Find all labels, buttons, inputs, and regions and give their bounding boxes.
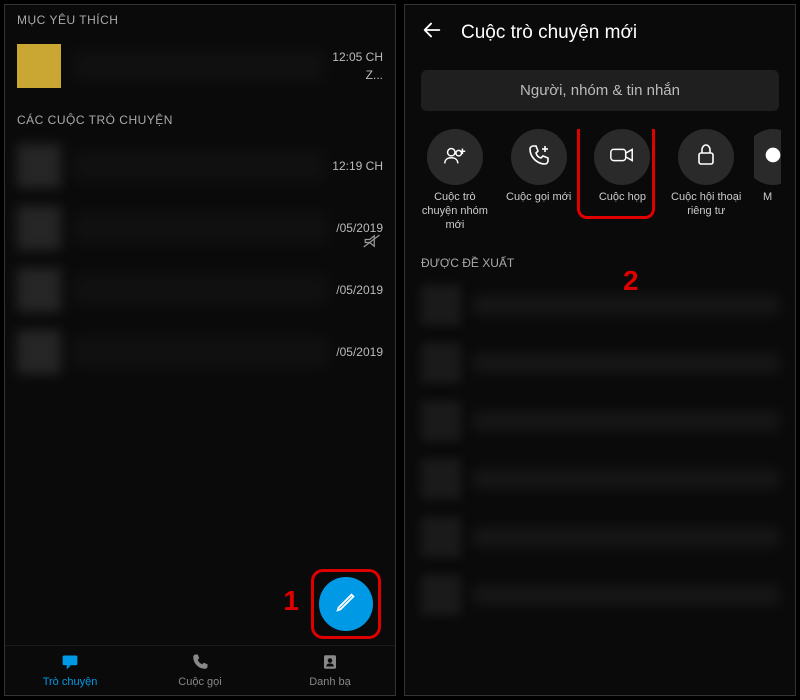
page-title: Cuộc trò chuyện mới: [461, 22, 637, 44]
nav-label: Cuộc gọi: [178, 676, 221, 688]
redacted-content: [73, 151, 324, 181]
action-label: Cuộc họp: [599, 191, 646, 205]
contacts-icon: [321, 653, 339, 674]
action-new-group-chat[interactable]: Cuộc trò chuyện nhóm mới: [419, 129, 491, 232]
new-chat-fab[interactable]: [319, 577, 373, 631]
bottom-nav: Trò chuyện Cuộc gọi Danh bạ: [5, 645, 395, 695]
action-meeting[interactable]: Cuộc họp: [587, 129, 659, 232]
avatar: [421, 343, 461, 383]
redacted-content: [73, 275, 328, 305]
redacted-name: [473, 470, 779, 488]
chat-row[interactable]: /05/2019: [5, 321, 395, 383]
action-more[interactable]: M: [754, 129, 781, 232]
action-label: Cuộc trò chuyện nhóm mới: [419, 191, 491, 232]
avatar: [17, 44, 61, 88]
chat-time: 12:19 CH: [332, 159, 383, 173]
action-label: M: [763, 191, 772, 205]
action-row: Cuộc trò chuyện nhóm mới Cuộc gọi mới Cu…: [405, 129, 795, 242]
group-add-icon: [442, 144, 468, 171]
redacted-content: [73, 51, 324, 81]
pencil-icon: [335, 591, 357, 618]
back-icon[interactable]: [421, 19, 443, 46]
redacted-content: [73, 213, 328, 243]
chat-row[interactable]: /05/2019: [5, 197, 395, 259]
annotation-1: 1: [283, 585, 299, 617]
suggested-item[interactable]: [405, 566, 795, 624]
avatar: [17, 268, 61, 312]
redacted-name: [473, 528, 779, 546]
chat-time: /05/2019: [336, 283, 383, 297]
nav-label: Trò chuyện: [43, 676, 98, 688]
redacted-name: [473, 586, 779, 604]
conversations-header: CÁC CUỘC TRÒ CHUYỆN: [5, 105, 395, 135]
action-label: Cuộc gọi mới: [506, 191, 571, 205]
redacted-content: [73, 337, 328, 367]
phone-plus-icon: [527, 143, 551, 172]
lock-icon: [696, 143, 716, 172]
favorite-chat-row[interactable]: 12:05 CH Z...: [5, 35, 395, 97]
avatar: [17, 144, 61, 188]
search-input[interactable]: Người, nhóm & tin nhắn: [421, 70, 779, 111]
video-icon: [609, 145, 635, 170]
nav-label: Danh bạ: [309, 676, 351, 688]
avatar: [17, 206, 61, 250]
chat-time: /05/2019: [336, 221, 383, 235]
action-new-call[interactable]: Cuộc gọi mới: [503, 129, 575, 232]
avatar: [421, 517, 461, 557]
chat-sub: Z...: [366, 68, 383, 82]
nav-chat[interactable]: Trò chuyện: [5, 646, 135, 695]
nav-calls[interactable]: Cuộc gọi: [135, 646, 265, 695]
redacted-name: [473, 354, 779, 372]
chat-list-screen: MỤC YÊU THÍCH 12:05 CH Z... CÁC CUỘC TRÒ…: [4, 4, 396, 696]
action-label: Cuộc hội thoại riêng tư: [670, 191, 742, 219]
header: Cuộc trò chuyện mới: [405, 5, 795, 60]
avatar: [421, 285, 461, 325]
mute-icon: [363, 234, 381, 253]
suggested-header: ĐƯỢC ĐỀ XUẤT: [405, 242, 795, 276]
avatar: [421, 459, 461, 499]
suggested-item[interactable]: [405, 334, 795, 392]
chat-time: 12:05 CH: [332, 50, 383, 64]
action-private-conv[interactable]: Cuộc hội thoại riêng tư: [670, 129, 742, 232]
more-icon: [762, 144, 781, 171]
avatar: [17, 330, 61, 374]
suggested-item[interactable]: [405, 508, 795, 566]
phone-icon: [191, 653, 209, 674]
suggested-item[interactable]: [405, 450, 795, 508]
chat-row[interactable]: /05/2019: [5, 259, 395, 321]
nav-contacts[interactable]: Danh bạ: [265, 646, 395, 695]
redacted-name: [473, 296, 779, 314]
redacted-name: [473, 412, 779, 430]
suggested-item[interactable]: [405, 276, 795, 334]
chat-icon: [60, 653, 80, 674]
avatar: [421, 401, 461, 441]
favorites-header: MỤC YÊU THÍCH: [5, 5, 395, 35]
avatar: [421, 575, 461, 615]
chat-time: /05/2019: [336, 345, 383, 359]
chat-row[interactable]: 12:19 CH: [5, 135, 395, 197]
suggested-item[interactable]: [405, 392, 795, 450]
new-chat-screen: Cuộc trò chuyện mới Người, nhóm & tin nh…: [404, 4, 796, 696]
